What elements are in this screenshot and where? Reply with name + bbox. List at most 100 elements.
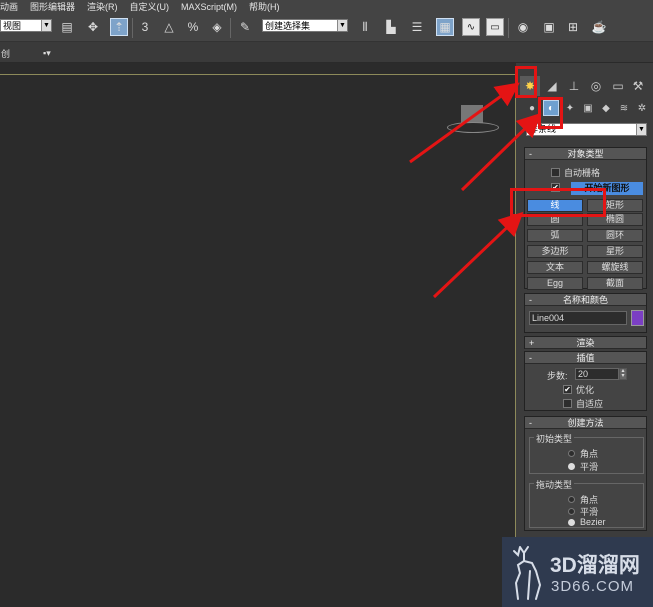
radio-button	[568, 508, 575, 515]
highlight-line-button	[510, 188, 606, 217]
collapse-icon: -	[529, 353, 532, 363]
rendered-frame-window-icon[interactable]: ⊞	[564, 18, 582, 36]
menu-animation[interactable]: 动画	[0, 0, 24, 13]
main-toolbar: 视图 ▼ ▤ ✥ ⇡ 3 △ % ◈ ✎ 创建选择集 ▼ ⫴ ▙ ☰ ▦ ∿ ▭…	[0, 13, 653, 42]
text-button[interactable]: 文本	[527, 261, 583, 274]
render-setup-icon[interactable]: ▣	[540, 18, 558, 36]
object-type-header[interactable]: - 对象类型	[525, 148, 646, 160]
cameras-icon[interactable]: ▣	[580, 100, 596, 116]
drag-bezier-label: Bezier	[580, 517, 606, 527]
render-production-icon[interactable]: ☕	[590, 18, 608, 36]
ribbon-toggle-icon[interactable]: ▪▾	[43, 48, 59, 58]
radio-button	[568, 496, 575, 503]
ribbon-label: 创	[1, 49, 11, 59]
viewport-area[interactable]	[0, 63, 516, 607]
angle-snap-icon[interactable]: △	[160, 18, 178, 36]
highlight-shapes-tab	[538, 97, 563, 129]
lights-icon[interactable]: ✦	[562, 100, 578, 116]
optimize-label: 优化	[576, 385, 595, 395]
toolbar-divider	[230, 18, 231, 38]
edit-named-selection-icon[interactable]: ✎	[236, 18, 254, 36]
display-tab-icon[interactable]: ▭	[608, 76, 628, 96]
egg-button[interactable]: Egg	[527, 277, 583, 290]
interpolation-rollout: - 插值 步数: 20 ▴ ▾ ✔ 优化 自适应	[524, 351, 647, 411]
schematic-view-icon[interactable]: ▭	[486, 18, 504, 36]
drag-bezier-radio[interactable]: Bezier	[568, 517, 606, 527]
interpolation-header[interactable]: - 插值	[525, 352, 646, 364]
systems-icon[interactable]: ✲	[634, 100, 650, 116]
select-by-name-icon[interactable]: ▤	[58, 18, 76, 36]
scene-explorer-icon[interactable]: ▦	[436, 18, 454, 36]
drag-type-group: 拖动类型 角点 平滑 Bezier	[529, 478, 644, 528]
chevron-down-icon: ▼	[337, 20, 347, 31]
auto-grid-label: 自动栅格	[564, 168, 601, 178]
initial-corner-label: 角点	[580, 449, 599, 459]
command-panel: ✸ ◢ ⊥ ◎ ▭ ⚒ ● ◐ ✦ ▣ ◆ ≋ ✲ 样条线 ▼ - 对象类型 自…	[516, 63, 653, 607]
deer-logo-icon	[513, 546, 542, 600]
snap-3-label: 3	[141, 20, 149, 34]
snap-percent-label: %	[187, 20, 199, 34]
material-editor-icon[interactable]: ◉	[514, 18, 532, 36]
object-name-field[interactable]: Line004	[529, 311, 627, 325]
initial-corner-radio[interactable]: 角点	[568, 447, 598, 460]
snap-toggle-icon[interactable]: 3	[136, 18, 154, 36]
menu-help[interactable]: 帮助(H)	[243, 0, 286, 13]
spinner-snap-icon[interactable]: ◈	[208, 18, 226, 36]
spacewarps-icon[interactable]: ≋	[616, 100, 632, 116]
drag-type-title: 拖动类型	[534, 478, 575, 491]
donut-button[interactable]: 圆环	[587, 229, 643, 242]
curve-editor-icon[interactable]: ∿	[462, 18, 480, 36]
named-selection-set-select[interactable]: 创建选择集 ▼	[262, 19, 348, 32]
utilities-tab-icon[interactable]: ⚒	[628, 76, 648, 96]
move-icon[interactable]: ✥	[84, 18, 102, 36]
steps-spinner[interactable]: ▴ ▾	[619, 368, 627, 380]
helpers-icon[interactable]: ◆	[598, 100, 614, 116]
menu-maxscript[interactable]: MAXScript(M)	[175, 2, 243, 12]
watermark-title: 3D溜溜网	[550, 554, 640, 577]
rendering-header[interactable]: + 渲染	[525, 337, 646, 349]
helix-button[interactable]: 螺旋线	[587, 261, 643, 274]
menu-customize[interactable]: 自定义(U)	[124, 0, 176, 13]
optimize-checkbox[interactable]: ✔ 优化	[563, 383, 594, 396]
object-type-title: 对象类型	[567, 149, 604, 159]
view-select[interactable]: 视图 ▼	[0, 19, 52, 32]
collapse-icon: -	[529, 295, 532, 305]
checkbox-box	[551, 168, 560, 177]
star-button[interactable]: 星形	[587, 245, 643, 258]
radio-button	[568, 450, 575, 457]
app-window: 动画 图形编辑器 渲染(R) 自定义(U) MAXScript(M) 帮助(H)…	[0, 0, 653, 607]
mirror-icon[interactable]: ⫴	[356, 18, 374, 36]
viewcube-icon[interactable]	[447, 103, 499, 137]
arc-button[interactable]: 弧	[527, 229, 583, 242]
creation-method-header[interactable]: - 创建方法	[525, 417, 646, 429]
layer-manager-icon[interactable]: ☰	[408, 18, 426, 36]
menu-graph-editors[interactable]: 图形编辑器	[24, 0, 81, 13]
chevron-down-icon: ▼	[636, 124, 646, 135]
create-category-tabs: ● ◐ ✦ ▣ ◆ ≋ ✲	[516, 99, 653, 117]
steps-input[interactable]: 20	[575, 368, 619, 380]
initial-type-group: 初始类型 角点 平滑	[529, 432, 644, 474]
select-scale-icon[interactable]: ⇡	[110, 18, 128, 36]
section-button[interactable]: 截面	[587, 277, 643, 290]
name-color-title: 名称和颜色	[562, 295, 608, 305]
adaptive-checkbox[interactable]: 自适应	[563, 397, 603, 410]
name-color-header[interactable]: - 名称和颜色	[525, 294, 646, 306]
toolbar-divider	[508, 18, 509, 38]
object-color-swatch[interactable]	[631, 310, 644, 326]
initial-smooth-radio[interactable]: 平滑	[568, 460, 598, 473]
modify-tab-icon[interactable]: ◢	[542, 76, 562, 96]
checkbox-box	[563, 399, 572, 408]
watermark-url: 3D66.COM	[551, 578, 635, 595]
hierarchy-tab-icon[interactable]: ⊥	[564, 76, 584, 96]
menu-rendering[interactable]: 渲染(R)	[81, 0, 124, 13]
align-icon[interactable]: ▙	[382, 18, 400, 36]
rendering-title: 渲染	[576, 338, 595, 348]
object-type-rollout: - 对象类型 自动栅格 ✔ 开始新图形 线 矩形 圆 椭圆 弧 圆环 多边形 星…	[524, 147, 647, 290]
motion-tab-icon[interactable]: ◎	[586, 76, 606, 96]
auto-grid-checkbox[interactable]: 自动栅格	[551, 166, 600, 179]
rendering-rollout: + 渲染	[524, 336, 647, 349]
ngon-button[interactable]: 多边形	[527, 245, 583, 258]
checkmark-icon: ✔	[563, 385, 572, 394]
initial-type-title: 初始类型	[534, 432, 575, 445]
percent-snap-icon[interactable]: %	[184, 18, 202, 36]
